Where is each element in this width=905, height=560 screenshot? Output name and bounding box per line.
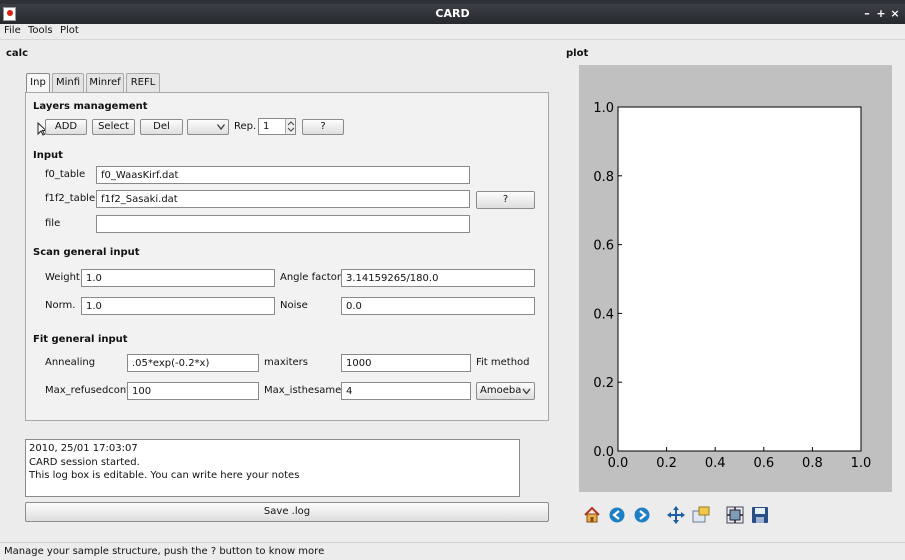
file-input[interactable] xyxy=(96,215,470,233)
fit-method-label: Fit method xyxy=(476,357,530,368)
home-icon[interactable] xyxy=(583,506,601,524)
add-layer-button[interactable]: ADD xyxy=(45,119,87,135)
save-log-button[interactable]: Save .log xyxy=(25,502,549,522)
y-tick-label: 1.0 xyxy=(593,101,614,116)
annealing-input[interactable] xyxy=(127,354,259,372)
x-tick-label: 0.2 xyxy=(656,456,677,471)
status-bar: Manage your sample structure, push the ?… xyxy=(0,542,905,560)
layers-help-button[interactable]: ? xyxy=(302,119,344,135)
spin-arrows-icon xyxy=(287,121,295,132)
log-line: This log box is editable. You can write … xyxy=(29,470,300,481)
rep-spin-arrows[interactable] xyxy=(285,119,295,134)
f1f2-table-input[interactable] xyxy=(96,190,470,208)
weight-input[interactable] xyxy=(81,269,275,287)
norm-input[interactable] xyxy=(81,297,275,315)
tab-refl[interactable]: REFL xyxy=(126,73,160,92)
del-layer-button[interactable]: Del xyxy=(140,119,183,135)
layers-section-title: Layers management xyxy=(33,101,148,112)
select-layer-button[interactable]: Select xyxy=(92,119,135,135)
y-tick-label: 0.8 xyxy=(593,170,614,185)
noise-input[interactable] xyxy=(341,297,535,315)
fit-section-title: Fit general input xyxy=(33,334,128,345)
plot-axes xyxy=(617,106,862,452)
rep-spinbox[interactable]: 1 xyxy=(258,118,296,135)
menu-file[interactable]: File xyxy=(4,25,21,36)
chevron-down-icon xyxy=(522,388,531,395)
subplot-config-icon[interactable] xyxy=(726,506,744,524)
forward-arrow-icon[interactable] xyxy=(633,506,651,524)
fit-method-value: Amoeba xyxy=(480,385,522,396)
f0-table-input[interactable] xyxy=(96,166,470,184)
chevron-down-icon xyxy=(217,124,225,130)
maxiters-input[interactable] xyxy=(341,354,471,372)
plot-panel-title: plot xyxy=(566,48,589,59)
input-help-button[interactable]: ? xyxy=(476,191,535,209)
angle-factor-label: Angle factor xyxy=(280,272,341,283)
angle-factor-input[interactable] xyxy=(341,269,535,287)
annealing-label: Annealing xyxy=(45,357,96,368)
tab-inp[interactable]: Inp xyxy=(26,73,50,93)
zoom-rect-icon[interactable] xyxy=(692,506,710,524)
plot-canvas[interactable]: 0.0 0.2 0.4 0.6 0.8 1.00.00.20.40.60.81.0 xyxy=(579,65,892,492)
minimize-icon[interactable]: – xyxy=(860,7,874,20)
y-tick-label: 0.4 xyxy=(593,307,614,322)
calc-panel-title: calc xyxy=(6,48,29,59)
f0-table-label: f0_table xyxy=(45,169,86,180)
input-section-title: Input xyxy=(33,150,63,161)
max-refusedcont-input[interactable] xyxy=(127,382,259,400)
maximize-icon[interactable]: + xyxy=(874,7,888,20)
y-tick-label: 0.0 xyxy=(593,445,614,460)
window-titlebar: CARD – + × xyxy=(0,4,905,24)
menu-tools[interactable]: Tools xyxy=(28,25,53,36)
log-line: CARD session started. xyxy=(29,456,140,468)
tab-minfi[interactable]: Minfi xyxy=(52,73,84,92)
rep-value: 1 xyxy=(263,121,270,132)
rep-label: Rep. xyxy=(234,121,257,132)
y-tick-label: 0.6 xyxy=(593,239,614,254)
back-arrow-icon[interactable] xyxy=(608,506,626,524)
max-isthesame-input[interactable] xyxy=(341,382,471,400)
layer-combo[interactable] xyxy=(187,119,229,135)
tab-minref[interactable]: Minref xyxy=(86,73,124,92)
norm-label: Norm. xyxy=(45,300,76,311)
close-icon[interactable]: × xyxy=(888,7,902,20)
scan-section-title: Scan general input xyxy=(33,247,140,258)
weight-label: Weight xyxy=(45,272,80,283)
x-tick-label: 1.0 xyxy=(851,456,872,471)
log-textbox[interactable]: 2010, 25/01 17:03:07 CARD session starte… xyxy=(25,439,520,497)
max-isthesame-label: Max_isthesame xyxy=(264,385,342,396)
max-refusedcont-label: Max_refusedcont xyxy=(45,385,131,396)
menubar: File Tools Plot xyxy=(0,24,905,40)
pan-move-icon[interactable] xyxy=(667,506,685,524)
x-tick-label: 0.4 xyxy=(705,456,726,471)
y-tick-label: 0.2 xyxy=(593,376,614,391)
menu-plot[interactable]: Plot xyxy=(60,25,79,36)
f1f2-table-label: f1f2_table xyxy=(45,193,96,204)
x-tick-label: 0.8 xyxy=(802,456,823,471)
save-icon[interactable] xyxy=(751,506,769,524)
maxiters-label: maxiters xyxy=(264,357,308,368)
x-tick-label: 0.6 xyxy=(753,456,774,471)
log-line: 2010, 25/01 17:03:07 xyxy=(29,443,138,454)
file-label: file xyxy=(45,218,61,229)
noise-label: Noise xyxy=(280,300,308,311)
window-title: CARD xyxy=(435,7,470,20)
fit-method-select[interactable]: Amoeba xyxy=(476,382,535,400)
